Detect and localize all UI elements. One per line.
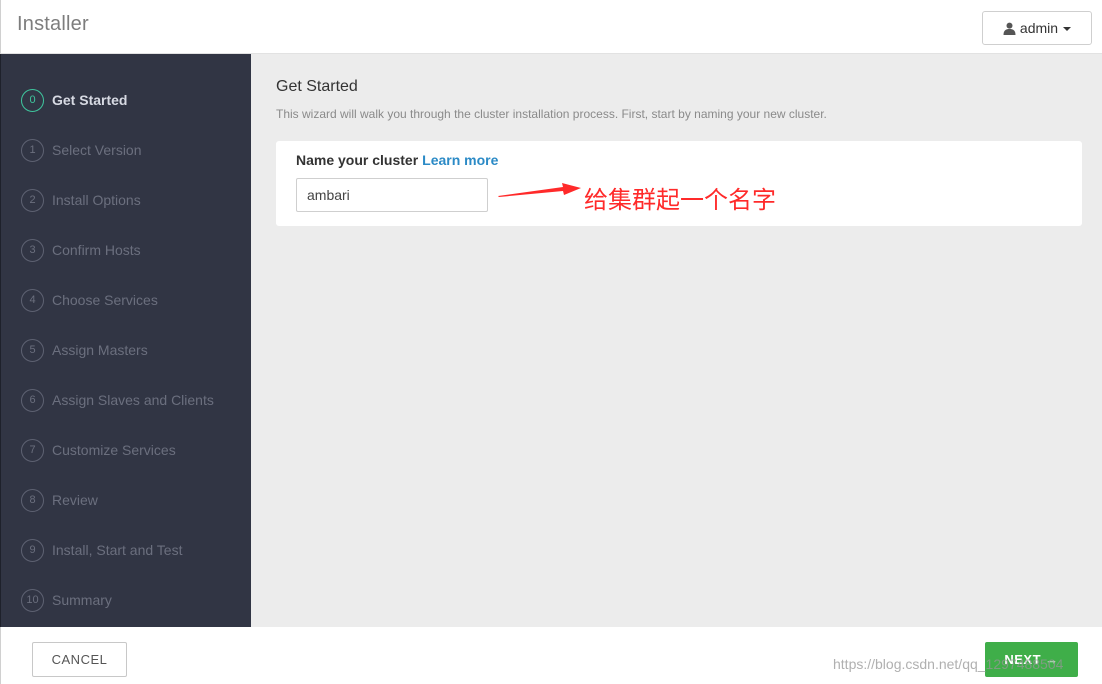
step-customize-services[interactable]: 7 Customize Services <box>21 438 176 462</box>
step-label: Install, Start and Test <box>52 542 183 558</box>
step-number: 5 <box>21 338 44 362</box>
step-assign-masters[interactable]: 5 Assign Masters <box>21 338 148 362</box>
step-number: 9 <box>21 538 44 562</box>
step-label: Confirm Hosts <box>52 242 141 258</box>
step-number: 10 <box>21 588 44 612</box>
step-number: 7 <box>21 438 44 462</box>
annotation-arrow-icon <box>498 183 581 197</box>
step-label: Get Started <box>52 92 128 108</box>
annotation-text: 给集群起一个名字 <box>584 186 776 214</box>
cancel-button[interactable]: CANCEL <box>32 642 127 677</box>
step-get-started[interactable]: 0 Get Started <box>21 88 127 112</box>
step-label: Summary <box>52 592 112 608</box>
step-label: Customize Services <box>52 442 176 458</box>
step-label: Install Options <box>52 192 141 208</box>
step-label: Select Version <box>52 142 142 158</box>
page-title: Get Started <box>276 78 358 95</box>
wizard-steps-sidebar: 0 Get Started 1 Select Version 2 Install… <box>0 54 251 627</box>
step-install-start-test[interactable]: 9 Install, Start and Test <box>21 538 182 562</box>
step-label: Review <box>52 492 98 508</box>
step-label: Choose Services <box>52 292 158 308</box>
step-confirm-hosts[interactable]: 3 Confirm Hosts <box>21 238 141 262</box>
step-number: 2 <box>21 188 44 212</box>
user-name: admin <box>1019 20 1059 36</box>
page-description: This wizard will walk you through the cl… <box>276 107 827 121</box>
cluster-name-label: Name your cluster Learn more <box>296 152 498 168</box>
step-summary[interactable]: 10 Summary <box>21 588 112 612</box>
step-number: 0 <box>21 88 44 112</box>
step-label: Assign Slaves and Clients <box>52 392 214 408</box>
step-number: 8 <box>21 488 44 512</box>
app-title: Installer <box>17 13 89 35</box>
top-navbar: Installer admin <box>0 0 1102 54</box>
step-install-options[interactable]: 2 Install Options <box>21 188 141 212</box>
step-label: Assign Masters <box>52 342 148 358</box>
step-number: 3 <box>21 238 44 262</box>
watermark-text: https://blog.csdn.net/qq_1297488504 <box>833 656 1064 672</box>
step-assign-slaves-clients[interactable]: 6 Assign Slaves and Clients <box>21 388 214 412</box>
caret-down-icon <box>1063 27 1072 31</box>
step-number: 4 <box>21 288 44 312</box>
footer-bar: CANCEL NEXT → https://blog.csdn.net/qq_1… <box>0 627 1102 684</box>
step-number: 6 <box>21 388 44 412</box>
step-select-version[interactable]: 1 Select Version <box>21 138 142 162</box>
learn-more-link[interactable]: Learn more <box>422 152 498 168</box>
user-menu-button[interactable]: admin <box>982 11 1092 45</box>
step-review[interactable]: 8 Review <box>21 488 98 512</box>
step-choose-services[interactable]: 4 Choose Services <box>21 288 158 312</box>
main-content: Get Started This wizard will walk you th… <box>251 54 1102 627</box>
field-label-text: Name your cluster <box>296 152 419 168</box>
step-number: 1 <box>21 138 44 162</box>
user-icon <box>1003 22 1016 35</box>
cluster-name-input[interactable] <box>296 178 488 212</box>
